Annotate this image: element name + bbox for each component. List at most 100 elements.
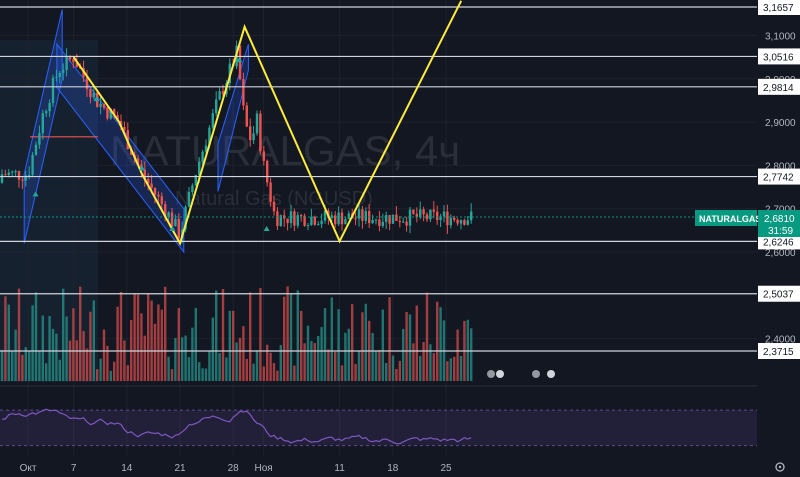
- volume-bar: [306, 325, 310, 381]
- volume-bar: [289, 293, 293, 381]
- event-icon[interactable]: [496, 370, 504, 378]
- candle-body: [242, 79, 245, 106]
- volume-bar: [187, 357, 191, 381]
- countdown-label: 31:59: [768, 226, 793, 237]
- volume-bar: [170, 369, 174, 381]
- candle-body: [470, 211, 473, 221]
- candle-body: [436, 211, 439, 221]
- date-tick-label: 7: [71, 463, 77, 474]
- volume-bar: [286, 286, 289, 381]
- candle-body: [62, 69, 65, 73]
- volume-bar: [300, 310, 303, 381]
- candle-body: [102, 103, 106, 108]
- candle-body: [453, 217, 456, 220]
- volume-bar: [405, 312, 408, 381]
- candle-body: [300, 215, 303, 217]
- volume-bar: [466, 319, 469, 381]
- volume-bar: [28, 351, 31, 381]
- volume-bar: [143, 335, 146, 381]
- volume-bar: [225, 357, 228, 381]
- candle-body: [391, 214, 395, 224]
- volume-bar: [391, 355, 395, 381]
- volume-bar: [79, 286, 82, 381]
- volume-bar: [24, 347, 27, 381]
- volume-bar: [113, 361, 116, 381]
- candle-body: [249, 126, 252, 141]
- candle-body: [289, 211, 293, 224]
- date-tick-label: 25: [440, 463, 452, 474]
- candle-body: [446, 211, 449, 226]
- candle-body: [371, 220, 374, 224]
- price-chart[interactable]: NATURALGAS, 4ч Natural Gas (NGUSD) 80,00…: [0, 0, 800, 477]
- price-tick-label: 2,9000: [765, 118, 796, 129]
- volume-bar: [198, 362, 201, 381]
- level-label: 3,1657: [763, 3, 794, 14]
- volume-bar: [177, 308, 180, 381]
- volume-bar: [317, 335, 320, 381]
- volume-bar: [126, 365, 129, 381]
- volume-bar: [184, 335, 187, 381]
- volume-bar: [259, 287, 262, 381]
- volume-bar: [208, 351, 211, 381]
- volume-bar: [320, 327, 323, 381]
- volume-bar: [449, 358, 452, 381]
- volume-bar: [238, 337, 242, 381]
- candle-body: [238, 45, 242, 80]
- candle-body: [354, 218, 357, 220]
- volume-bar: [174, 337, 177, 381]
- candle-body: [92, 92, 95, 98]
- candle-body: [456, 219, 459, 224]
- volume-bar: [102, 329, 106, 381]
- volume-bar: [62, 288, 65, 381]
- event-icon[interactable]: [532, 370, 540, 378]
- candle-body: [395, 214, 398, 221]
- volume-bar: [17, 288, 21, 381]
- volume-bar: [157, 304, 160, 381]
- volume-bar: [153, 323, 157, 381]
- volume-bar: [14, 329, 17, 381]
- volume-bar: [429, 344, 432, 381]
- candle-body: [402, 221, 405, 223]
- event-icon[interactable]: [547, 370, 555, 378]
- volume-bar: [34, 292, 38, 381]
- volume-bar: [422, 342, 425, 381]
- volume-bar: [204, 368, 208, 381]
- volume-bar: [221, 288, 225, 381]
- candle-body: [45, 111, 48, 114]
- volume-bar: [412, 343, 415, 381]
- volume-bar: [140, 313, 143, 381]
- volume-bar: [252, 363, 255, 381]
- level-label: 3,0516: [763, 52, 794, 63]
- volume-bar: [351, 304, 354, 381]
- volume-bar: [334, 351, 337, 381]
- volume-bar: [109, 370, 112, 381]
- candle-body: [463, 220, 466, 225]
- volume-bar: [51, 328, 55, 381]
- date-axis[interactable]: Окт 7 14 21 28 Ноя 11 18 25: [0, 455, 800, 477]
- chart-background: [0, 0, 800, 477]
- volume-bar: [191, 327, 194, 381]
- volume-bar: [0, 350, 4, 381]
- volume-bar: [116, 306, 119, 381]
- candle-body: [28, 174, 31, 176]
- volume-bar: [85, 348, 89, 381]
- candle-body: [259, 113, 262, 152]
- candle-body: [7, 172, 10, 176]
- volume-bar: [395, 369, 398, 381]
- volume-bar: [136, 294, 140, 381]
- candle-body: [337, 212, 340, 225]
- candle-body: [432, 209, 435, 212]
- volume-bar: [164, 286, 167, 381]
- volume-bar: [272, 363, 276, 381]
- date-tick-label: Окт: [20, 463, 37, 474]
- candle-body: [449, 217, 452, 226]
- volume-bar: [269, 352, 272, 381]
- volume-bar: [72, 308, 75, 381]
- candle-body: [218, 91, 221, 100]
- candle-body: [262, 151, 265, 161]
- candle-body: [187, 191, 191, 207]
- date-tick-label: 18: [387, 463, 399, 474]
- candle-body: [4, 174, 7, 176]
- date-tick-label: 14: [121, 463, 133, 474]
- event-icon[interactable]: [487, 370, 495, 378]
